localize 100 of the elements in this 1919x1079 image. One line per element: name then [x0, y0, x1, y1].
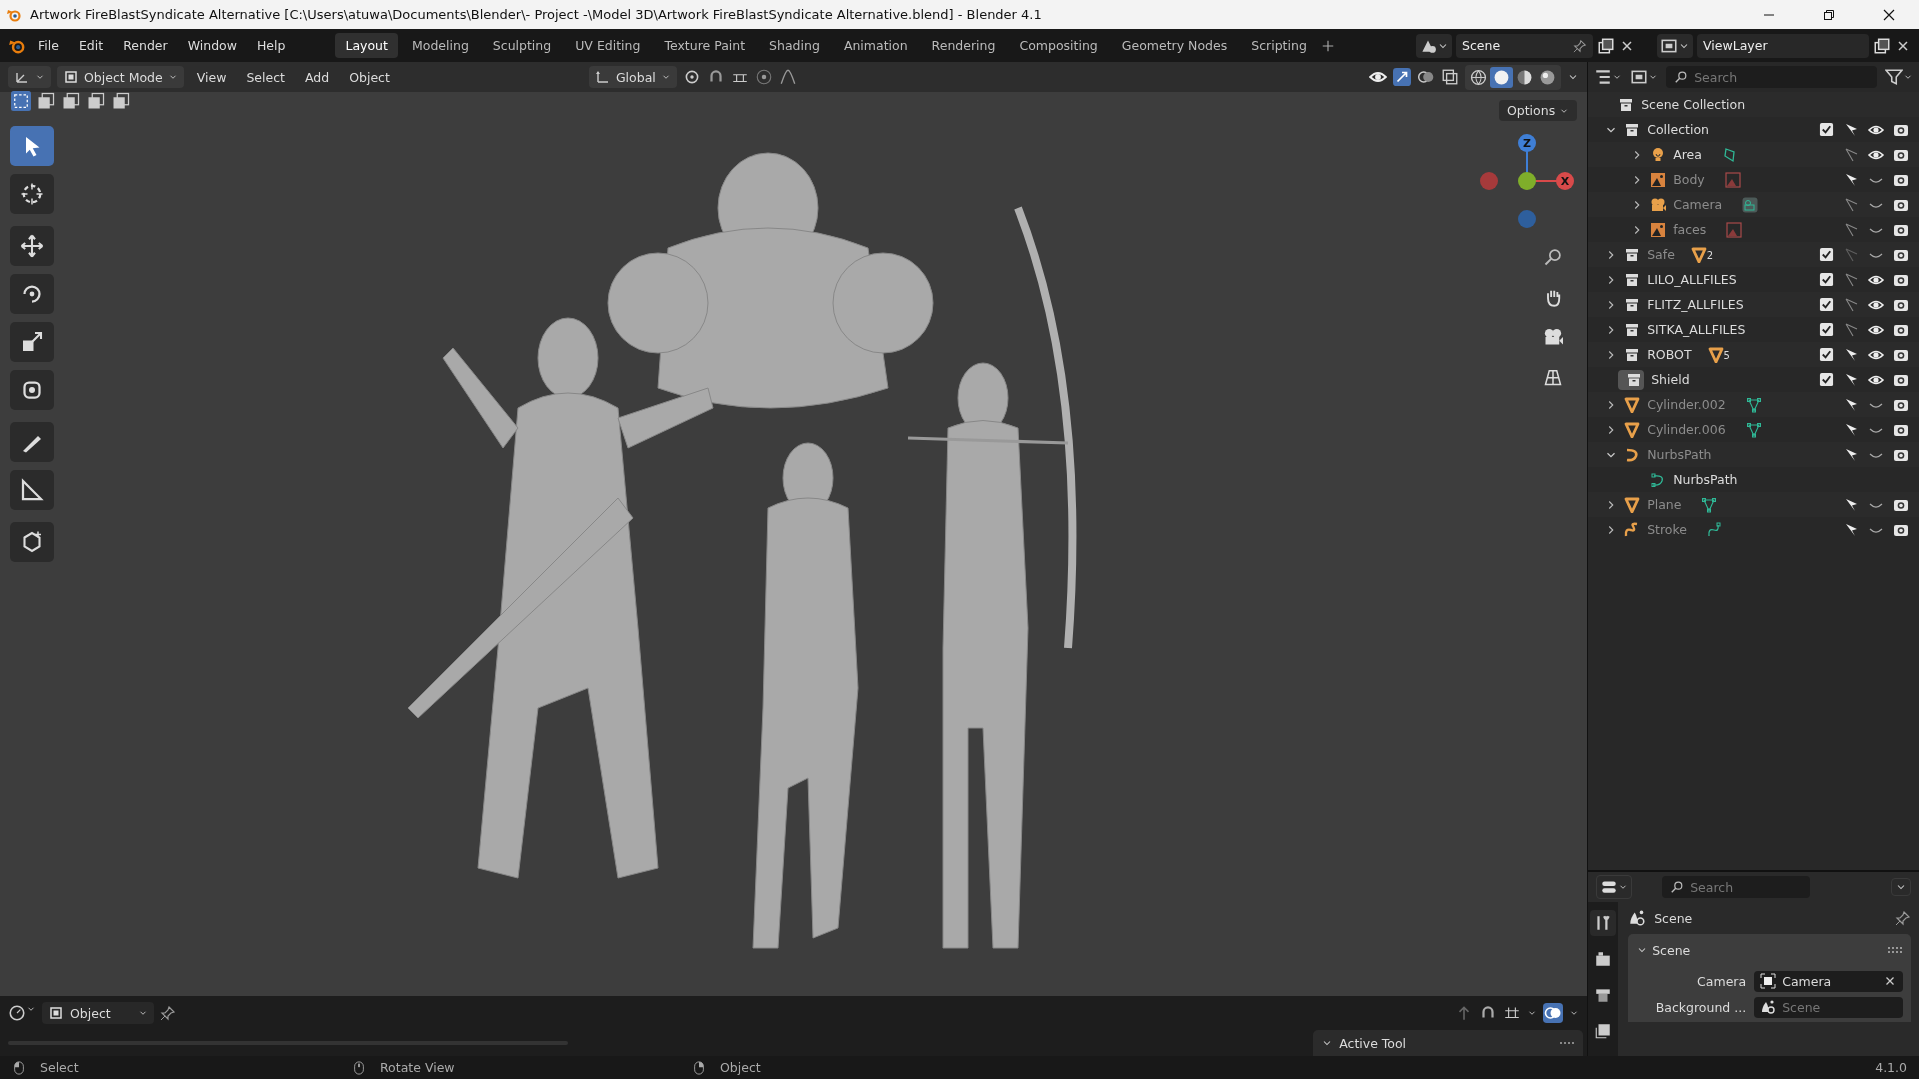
pin-icon[interactable]	[1573, 38, 1587, 53]
outliner-item[interactable]: faces	[1673, 222, 1707, 237]
outliner-item[interactable]: Scene Collection	[1641, 97, 1746, 112]
camera-data-icon[interactable]	[1742, 196, 1759, 213]
search-field[interactable]: Search	[1666, 66, 1877, 88]
selectable-toggle-icon[interactable]	[1843, 196, 1859, 213]
orientation-dropdown[interactable]: Global	[588, 66, 677, 88]
background-scene-field[interactable]: Scene	[1754, 996, 1903, 1018]
editor-type-button[interactable]	[8, 1004, 36, 1022]
outliner-item[interactable]: Area	[1673, 147, 1702, 162]
output-icon[interactable]	[1594, 986, 1613, 1004]
outliner-item[interactable]: FLITZ_ALLFILES	[1647, 297, 1744, 312]
camera-field[interactable]: Camera	[1754, 970, 1903, 992]
menu-item[interactable]: Edit	[70, 34, 112, 57]
outliner-item[interactable]: Stroke	[1647, 522, 1687, 537]
outliner-item[interactable]: Safe	[1647, 247, 1675, 262]
mode-dropdown[interactable]: Object Mode	[57, 66, 184, 88]
workspace-tab[interactable]: Modeling	[401, 33, 479, 58]
camera-view-icon[interactable]	[1543, 327, 1564, 347]
navigation-gizmo[interactable]: Z X	[1477, 131, 1578, 231]
outliner-item[interactable]: NurbsPath	[1673, 472, 1738, 487]
selectable-toggle-icon[interactable]	[1843, 271, 1859, 288]
shading-button[interactable]	[1490, 66, 1514, 88]
overlay-icon[interactable]	[1417, 68, 1436, 86]
menu-item[interactable]: Object	[342, 66, 397, 88]
stroke-data-icon[interactable]	[1707, 521, 1723, 538]
copy-icon[interactable]	[1597, 36, 1615, 55]
outliner-item[interactable]: Plane	[1647, 497, 1682, 512]
mesh-data-icon[interactable]	[1701, 496, 1718, 513]
checkbox[interactable]	[1819, 122, 1834, 137]
outliner-item[interactable]: Shield	[1651, 372, 1690, 387]
view-layer-icon[interactable]	[1594, 1022, 1613, 1040]
checkbox[interactable]	[1819, 372, 1834, 387]
select-box-icon[interactable]	[10, 91, 32, 111]
menu-item[interactable]: Add	[298, 66, 337, 88]
workspace-tab[interactable]: Texture Paint	[654, 33, 756, 58]
options-button[interactable]	[1891, 878, 1911, 896]
menu-item[interactable]: Render	[115, 34, 176, 57]
copy-icon[interactable]	[1873, 36, 1891, 55]
selectable-toggle-icon[interactable]	[1843, 296, 1859, 313]
tool-button[interactable]	[10, 226, 54, 266]
tool-button[interactable]	[10, 174, 54, 214]
outliner-item[interactable]: ROBOT	[1647, 347, 1692, 362]
active-tool-panel-header[interactable]: Active Tool	[1313, 1030, 1584, 1056]
tool-button[interactable]	[10, 522, 54, 562]
zoom-icon[interactable]	[1543, 247, 1564, 267]
outliner-item[interactable]: Collection	[1647, 122, 1709, 137]
checkbox[interactable]	[1819, 322, 1834, 337]
view-layer-field[interactable]: ViewLayer	[1697, 33, 1869, 58]
mesh-data-icon[interactable]	[1745, 396, 1762, 413]
tool-button[interactable]	[10, 126, 54, 166]
editor-type-button[interactable]	[8, 66, 51, 88]
outliner-item[interactable]: Cylinder.006	[1647, 422, 1726, 437]
menu-item[interactable]: Help	[248, 34, 294, 57]
outliner-item[interactable]: LILO_ALLFILES	[1647, 272, 1737, 287]
selectable-toggle-icon[interactable]	[1843, 246, 1859, 263]
checkbox[interactable]	[1819, 347, 1834, 362]
menu-item[interactable]: Select	[239, 66, 292, 88]
workspace-tab[interactable]: UV Editing	[565, 33, 651, 58]
panel-header[interactable]: Scene	[1628, 938, 1911, 962]
gizmo-icon[interactable]	[1393, 68, 1412, 86]
search-field[interactable]: Search	[1662, 876, 1811, 898]
workspace-tab[interactable]: Rendering	[921, 33, 1006, 58]
render-icon[interactable]	[1594, 950, 1613, 968]
pin-icon[interactable]	[160, 1005, 176, 1021]
display-mode-button[interactable]	[1630, 68, 1659, 86]
outliner-item[interactable]: Body	[1673, 172, 1705, 187]
workspace-tab[interactable]: Scripting	[1241, 33, 1317, 58]
workspace-tab[interactable]: Layout	[335, 33, 398, 58]
editor-type-button[interactable]	[1594, 68, 1623, 86]
scene-field[interactable]: Scene	[1456, 33, 1593, 58]
grid-view-icon[interactable]	[1543, 367, 1564, 387]
add-icon[interactable]	[1320, 38, 1335, 53]
selectable-toggle-icon[interactable]	[1843, 146, 1859, 163]
tool-button[interactable]	[10, 422, 54, 462]
outliner-item[interactable]: Cylinder.002	[1647, 397, 1726, 412]
workspace-tab[interactable]: Shading	[759, 33, 830, 58]
workspace-tab[interactable]: Geometry Nodes	[1111, 33, 1238, 58]
selectable-toggle-icon[interactable]	[1843, 221, 1859, 238]
menu-item[interactable]: Window	[179, 34, 245, 57]
selectable-toggle-icon[interactable]	[1843, 321, 1859, 338]
tool-button[interactable]	[10, 370, 54, 410]
overlay-icon[interactable]	[1543, 1003, 1564, 1023]
light-data-icon[interactable]	[1721, 146, 1738, 163]
scene-selector-button[interactable]	[1416, 33, 1452, 58]
mode-dropdown[interactable]: Object	[42, 1002, 154, 1024]
outliner-item[interactable]: NurbsPath	[1647, 447, 1712, 462]
tool-button[interactable]	[10, 322, 54, 362]
workspace-tab[interactable]: Animation	[833, 33, 918, 58]
outliner-item[interactable]: Camera	[1673, 197, 1723, 212]
options-dropdown[interactable]: Options	[1498, 100, 1578, 121]
tool-button[interactable]	[10, 470, 54, 510]
checkbox[interactable]	[1819, 247, 1834, 262]
checkbox[interactable]	[1819, 297, 1834, 312]
menu-item[interactable]: File	[30, 34, 67, 57]
checkbox[interactable]	[1819, 272, 1834, 287]
outliner-item[interactable]: SITKA_ALLFILES	[1647, 322, 1746, 337]
xray-icon[interactable]	[1441, 68, 1460, 86]
workspace-tab[interactable]: Sculpting	[482, 33, 562, 58]
tool-button[interactable]	[10, 274, 54, 314]
